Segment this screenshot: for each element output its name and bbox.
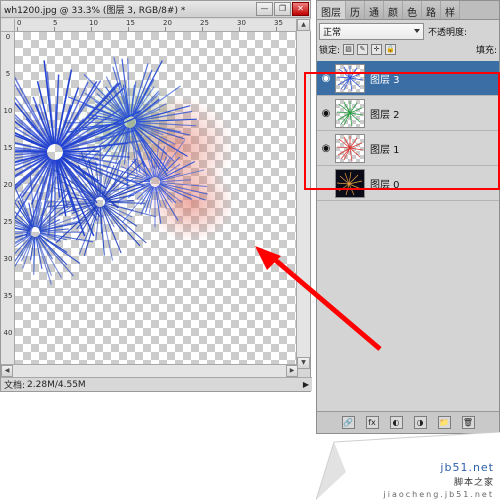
link-layers-icon[interactable]: 🔗	[342, 416, 355, 429]
window-controls: — ❐ ✕	[255, 2, 310, 17]
blend-mode-row: 正常 不透明度:	[317, 20, 499, 40]
layer-row-3[interactable]: ◉ 图层 3	[317, 61, 499, 96]
layer-name: 图层 2	[370, 106, 400, 121]
document-vertical-scrollbar[interactable]: ▲ ▼	[296, 19, 310, 369]
ruler-tick-h-1: 5	[53, 19, 57, 27]
firework-artwork	[15, 52, 270, 312]
minimize-button[interactable]: —	[256, 2, 273, 16]
layer-thumbnail[interactable]	[335, 134, 365, 163]
tab-layers[interactable]: 图层	[317, 1, 346, 19]
layer-thumbnail[interactable]	[335, 64, 365, 93]
layer-thumbnail[interactable]	[335, 169, 365, 198]
scroll-down-arrow[interactable]: ▼	[297, 357, 310, 369]
layer-style-fx-icon[interactable]: fx	[366, 416, 379, 429]
layer-thumbnail[interactable]	[335, 99, 365, 128]
document-window: wh1200.jpg @ 33.3% (图层 3, RGB/8#) * — ❐ …	[0, 0, 311, 392]
ruler-tick-h-3: 15	[126, 19, 135, 27]
canvas-area[interactable]	[15, 32, 298, 369]
document-status-bar: 文档: 2.28M/4.55M ▶	[1, 377, 312, 391]
close-button[interactable]: ✕	[292, 2, 309, 16]
layer-list: ◉ 图层 3 ◉	[317, 61, 499, 201]
layer-name: 图层 0	[370, 176, 400, 191]
layer-name: 图层 3	[370, 71, 400, 86]
watermark: jb51.net 脚本之家 jiaocheng.jb51.net	[316, 432, 500, 500]
status-doc-label: 文档:	[4, 378, 25, 391]
lock-all-icon[interactable]: 🔒	[385, 44, 396, 55]
blend-mode-value: 正常	[323, 25, 341, 38]
ruler-tick-h-4: 20	[163, 19, 172, 27]
opacity-label: 不透明度:	[428, 25, 467, 38]
ruler-tick-v-8: 40	[2, 330, 14, 337]
ruler-tick-v-0: 0	[2, 34, 14, 41]
ruler-tick-v-6: 30	[2, 256, 14, 263]
layer-row-1[interactable]: ◉ 图层 1	[317, 131, 499, 166]
lock-transparent-pixels-icon[interactable]: ▨	[343, 44, 354, 55]
scroll-right-arrow[interactable]: ▶	[286, 365, 298, 377]
blend-mode-select[interactable]: 正常	[319, 23, 424, 40]
document-titlebar[interactable]: wh1200.jpg @ 33.3% (图层 3, RGB/8#) * — ❐ …	[1, 1, 310, 18]
eye-icon[interactable]: ◉	[317, 143, 335, 154]
ruler-tick-h-2: 10	[89, 19, 98, 27]
tab-styles[interactable]: 样	[441, 1, 460, 19]
tab-swatches[interactable]: 色	[403, 1, 422, 19]
ruler-tick-v-5: 25	[2, 219, 14, 226]
ruler-tick-h-0: 0	[17, 19, 21, 27]
lock-position-icon[interactable]: ✛	[371, 44, 382, 55]
ruler-tick-h-6: 30	[237, 19, 246, 27]
vertical-ruler[interactable]: 0 5 10 15 20 25 30 35 40	[1, 32, 15, 369]
scroll-up-arrow[interactable]: ▲	[297, 19, 310, 31]
status-doc-value: 2.28M/4.55M	[27, 380, 86, 390]
document-horizontal-scrollbar[interactable]: ◀ ▶	[1, 364, 298, 377]
layers-panel: 图层 历 通 颜 色 路 样 正常 不透明度: 锁定: ▨ ✎ ✛ 🔒 填充: …	[316, 0, 500, 434]
layer-name: 图层 1	[370, 141, 400, 156]
lock-image-pixels-icon[interactable]: ✎	[357, 44, 368, 55]
ruler-corner	[1, 19, 15, 32]
tab-history[interactable]: 历	[346, 1, 365, 19]
watermark-line1: jb51.net	[440, 461, 494, 474]
tab-channels[interactable]: 通	[365, 1, 384, 19]
fill-label: 填充:	[476, 43, 497, 56]
eye-icon[interactable]: ◉	[317, 73, 335, 84]
layer-row-0[interactable]: 图层 0	[317, 166, 499, 201]
watermark-line3: jiaocheng.jb51.net	[384, 490, 494, 499]
delete-layer-icon[interactable]: 🗑	[462, 416, 475, 429]
layer-mask-icon[interactable]: ◐	[390, 416, 403, 429]
tab-color[interactable]: 颜	[384, 1, 403, 19]
document-title: wh1200.jpg @ 33.3% (图层 3, RGB/8#) *	[4, 3, 185, 16]
lock-label: 锁定:	[319, 43, 340, 56]
lock-row: 锁定: ▨ ✎ ✛ 🔒 填充:	[317, 40, 499, 58]
ruler-tick-v-4: 20	[2, 182, 14, 189]
scroll-left-arrow[interactable]: ◀	[1, 365, 13, 377]
ruler-tick-h-7: 35	[274, 19, 283, 27]
ruler-tick-v-3: 15	[2, 145, 14, 152]
ruler-tick-h-5: 25	[200, 19, 209, 27]
ruler-tick-v-7: 35	[2, 293, 14, 300]
horizontal-ruler[interactable]: 0 5 10 15 20 25 30 35	[15, 19, 311, 32]
ruler-tick-v-1: 5	[2, 71, 14, 78]
watermark-line2: 脚本之家	[454, 475, 494, 488]
tab-paths[interactable]: 路	[422, 1, 441, 19]
layers-panel-bottom-bar: 🔗 fx ◐ ◑ 📁 🗑	[317, 411, 499, 433]
new-group-icon[interactable]: 📁	[438, 416, 451, 429]
chevron-down-icon	[414, 29, 420, 33]
maximize-button[interactable]: ❐	[274, 2, 291, 16]
adjustment-layer-icon[interactable]: ◑	[414, 416, 427, 429]
eye-icon[interactable]: ◉	[317, 108, 335, 119]
layer-row-2[interactable]: ◉ 图层 2	[317, 96, 499, 131]
status-popup-arrow[interactable]: ▶	[303, 380, 309, 389]
panel-tab-bar: 图层 历 通 颜 色 路 样	[317, 1, 499, 20]
ruler-tick-v-2: 10	[2, 108, 14, 115]
